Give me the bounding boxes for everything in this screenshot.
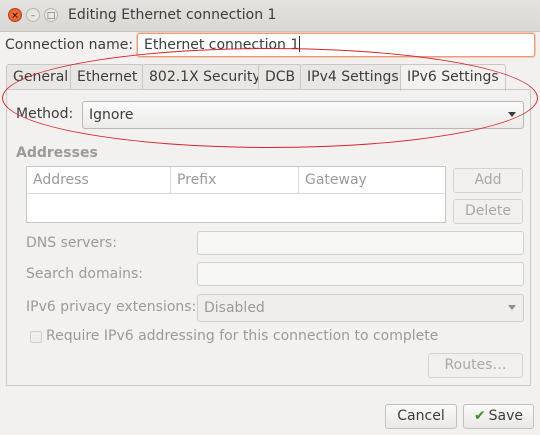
- require-ipv6-checkbox[interactable]: [30, 331, 42, 343]
- minimize-window-icon[interactable]: –: [26, 8, 40, 22]
- add-address-button[interactable]: Add: [453, 168, 523, 193]
- addresses-table[interactable]: Address Prefix Gateway: [26, 166, 446, 223]
- delete-address-button[interactable]: Delete: [453, 199, 523, 224]
- column-header-gateway[interactable]: Gateway: [299, 167, 445, 193]
- method-value: Ignore: [89, 107, 134, 123]
- tab-dcb[interactable]: DCB: [258, 64, 303, 89]
- tab-802-1x-security[interactable]: 802.1X Security: [142, 64, 268, 89]
- dns-servers-input[interactable]: [197, 231, 524, 255]
- connection-name-input[interactable]: Ethernet connection 1: [137, 33, 535, 57]
- connection-name-value: Ethernet connection 1: [144, 37, 300, 53]
- routes-button[interactable]: Routes…: [428, 353, 523, 378]
- maximize-window-icon[interactable]: □: [44, 8, 58, 22]
- header-divider: [27, 193, 445, 194]
- title-bar: × – □ Editing Ethernet connection 1: [0, 0, 540, 32]
- ipv6-privacy-value: Disabled: [204, 300, 265, 316]
- ipv6-privacy-dropdown[interactable]: Disabled: [197, 294, 524, 322]
- column-header-address[interactable]: Address: [27, 167, 171, 193]
- method-label: Method:: [16, 106, 74, 122]
- addresses-heading: Addresses: [16, 145, 98, 161]
- tab-ipv4-settings[interactable]: IPv4 Settings: [300, 64, 406, 89]
- connection-name-label: Connection name:: [5, 37, 134, 53]
- window-title: Editing Ethernet connection 1: [68, 7, 277, 23]
- chevron-down-icon: [508, 305, 516, 310]
- chevron-down-icon: [508, 112, 516, 117]
- method-dropdown[interactable]: Ignore: [82, 101, 524, 129]
- save-button[interactable]: ✔ Save: [463, 404, 534, 429]
- column-header-prefix[interactable]: Prefix: [171, 167, 299, 193]
- text-caret: [299, 36, 301, 52]
- search-domains-input[interactable]: [197, 262, 524, 286]
- tab-ethernet[interactable]: Ethernet: [70, 64, 145, 89]
- require-ipv6-label: Require IPv6 addressing for this connect…: [46, 328, 439, 344]
- ipv6-privacy-label: IPv6 privacy extensions:: [26, 299, 197, 315]
- tab-general[interactable]: General: [6, 64, 76, 89]
- save-label: Save: [488, 408, 524, 424]
- search-domains-label: Search domains:: [26, 266, 143, 282]
- close-window-icon[interactable]: ×: [8, 8, 22, 22]
- cancel-button[interactable]: Cancel: [385, 404, 457, 429]
- dns-servers-label: DNS servers:: [26, 235, 117, 251]
- tab-ipv6-settings[interactable]: IPv6 Settings: [400, 64, 506, 91]
- check-icon: ✔: [473, 408, 486, 424]
